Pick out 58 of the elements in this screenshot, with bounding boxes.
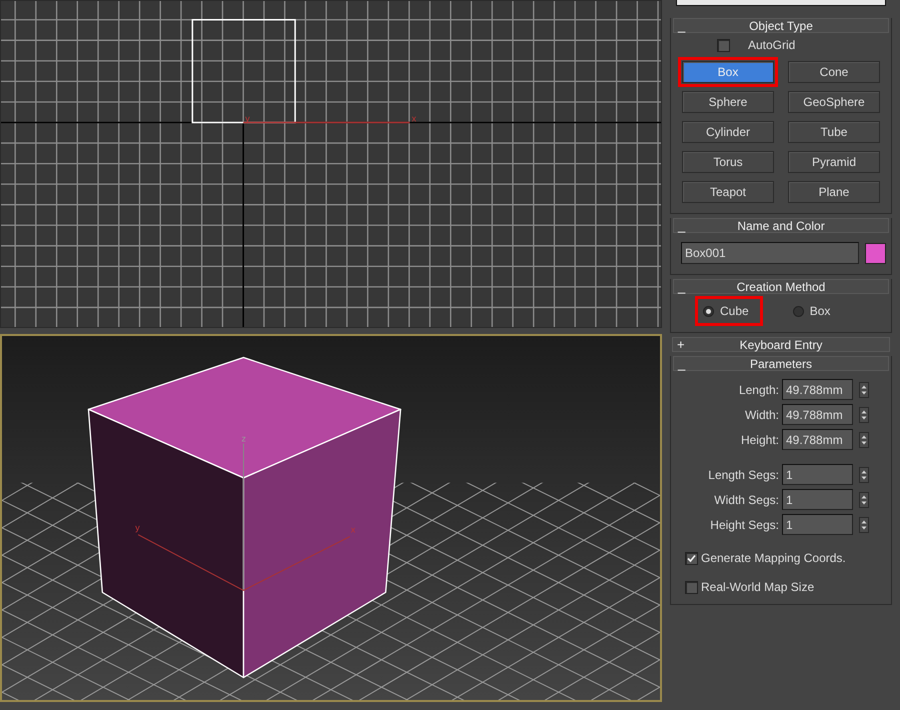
checkbox-label: Real-World Map Size <box>701 579 814 596</box>
axis-label: y <box>135 522 140 533</box>
rollout-title: Parameters <box>748 356 814 372</box>
spinner-field[interactable]: 1 <box>782 514 853 535</box>
spinner-field[interactable]: 49.788mm <box>782 404 853 425</box>
toggle-icon[interactable]: _ <box>674 19 688 32</box>
primitive-button[interactable]: Tube <box>788 121 880 143</box>
spinner-arrows-icon[interactable] <box>859 406 869 422</box>
checkbox-label: Generate Mapping Coords. <box>701 550 846 567</box>
dropdown-field[interactable] <box>676 0 886 6</box>
rollout-title: Object Type <box>748 18 814 34</box>
name-field[interactable]: Box001 <box>681 242 859 264</box>
field-label: Height: <box>740 432 779 448</box>
spinner-field[interactable]: 1 <box>782 489 853 510</box>
radio-option[interactable]: Cube <box>699 300 759 322</box>
rollout-title: Name and Color <box>736 218 826 234</box>
spinner-arrows-icon[interactable] <box>859 516 869 532</box>
primitive-button[interactable]: GeoSphere <box>788 91 880 113</box>
toggle-icon[interactable]: _ <box>674 219 688 232</box>
field-label: Length Segs: <box>708 466 779 484</box>
field-label: Length: <box>738 382 779 398</box>
axis-label: z <box>242 434 246 444</box>
radio-option[interactable]: Box <box>788 300 840 322</box>
axis-label: x <box>350 524 356 535</box>
primitive-button[interactable]: Torus <box>682 151 774 173</box>
spinner-field[interactable]: 49.788mm <box>782 429 853 450</box>
rollout-header[interactable]: _ Name and Color <box>673 218 889 233</box>
rollout-header[interactable]: + Keyboard Entry <box>672 337 890 352</box>
primitive-button[interactable]: Sphere <box>682 91 774 113</box>
spinner-arrows-icon[interactable] <box>859 492 869 508</box>
axis-label: y <box>245 114 250 124</box>
axis-label: x <box>412 114 416 124</box>
rollout-title: Creation Method <box>736 278 826 296</box>
field-label: Width Segs: <box>714 492 779 508</box>
primitive-button[interactable]: Cone <box>788 61 880 83</box>
primitive-button[interactable]: Cylinder <box>682 121 774 143</box>
toggle-icon[interactable]: _ <box>674 280 688 293</box>
spinner-arrows-icon[interactable] <box>859 432 869 448</box>
checkbox[interactable] <box>717 38 730 52</box>
spinner-field[interactable]: 49.788mm <box>782 379 853 400</box>
field-label: Width: <box>744 406 779 424</box>
primitive-button[interactable]: Pyramid <box>788 151 880 173</box>
checkbox-label: AutoGrid <box>748 37 796 54</box>
spinner-arrows-icon[interactable] <box>859 382 869 398</box>
rollout-header[interactable]: _ Object Type <box>673 18 889 33</box>
rollout-title: Keyboard Entry <box>738 336 824 354</box>
rollout-header[interactable]: _ Creation Method <box>673 279 889 294</box>
field-label: Height Segs: <box>710 516 779 534</box>
color-swatch[interactable] <box>865 242 886 264</box>
toggle-icon[interactable]: + <box>673 338 687 351</box>
spinner-field[interactable]: 1 <box>782 464 853 485</box>
checkbox[interactable] <box>685 580 698 594</box>
primitive-button[interactable]: Plane <box>788 181 880 203</box>
primitive-button[interactable]: Teapot <box>682 181 774 203</box>
spinner-arrows-icon[interactable] <box>859 466 869 482</box>
rollout-header[interactable]: _ Parameters <box>673 356 889 371</box>
checkbox[interactable] <box>685 552 698 564</box>
toggle-icon[interactable]: _ <box>674 357 688 370</box>
